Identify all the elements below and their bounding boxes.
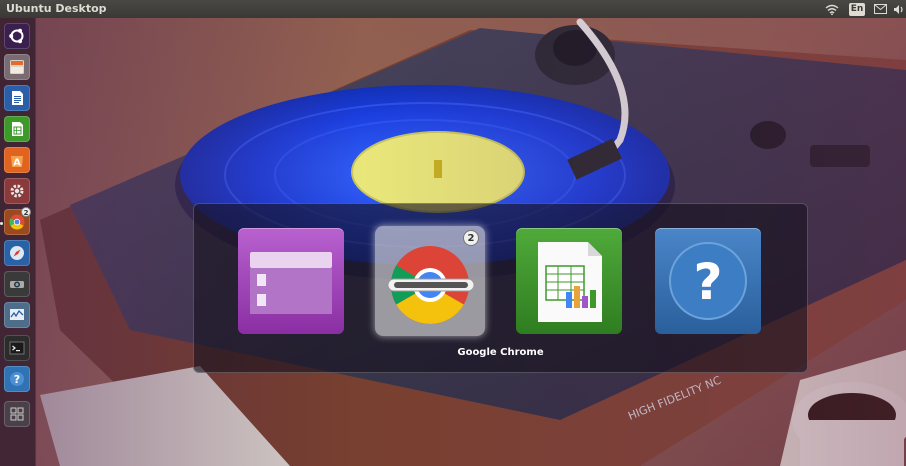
top-panel: Ubuntu Desktop En — [0, 0, 906, 18]
launcher-item-help[interactable]: ? — [4, 366, 30, 392]
svg-text:?: ? — [693, 253, 722, 311]
launcher-item-workspaces[interactable] — [4, 401, 30, 427]
wifi-icon[interactable] — [822, 1, 842, 17]
launcher-item-web-browser[interactable] — [4, 240, 30, 266]
switcher-selected-label: Google Chrome — [457, 347, 544, 358]
switcher-item-libreoffice-calc[interactable] — [514, 226, 624, 336]
question-icon: ? — [10, 372, 24, 386]
launcher-item-ubuntu-software-center[interactable]: A — [4, 147, 30, 173]
keyboard-language-label: En — [848, 2, 866, 16]
workspaces-icon — [10, 407, 24, 421]
compass-icon — [10, 246, 24, 260]
svg-text:A: A — [13, 158, 21, 169]
launcher-item-terminal[interactable] — [4, 335, 30, 361]
file-cabinet-icon — [238, 228, 344, 334]
panel-window-title: Ubuntu Desktop — [6, 2, 107, 15]
camera-icon — [10, 281, 24, 288]
keyboard-language-indicator[interactable]: En — [848, 1, 866, 17]
svg-text:?: ? — [14, 373, 20, 386]
terminal-icon — [9, 341, 25, 355]
launcher-item-files[interactable] — [4, 54, 30, 80]
launcher-chrome-window-count: 2 — [21, 207, 31, 217]
launcher-item-libreoffice-calc[interactable] — [4, 116, 30, 142]
spreadsheet-icon — [12, 122, 23, 136]
switcher-item-files[interactable] — [236, 226, 346, 336]
question-icon: ? — [655, 228, 761, 334]
launcher-item-system-monitor[interactable] — [4, 302, 30, 328]
launcher-item-webcam[interactable] — [4, 271, 30, 297]
launcher-item-dash-home[interactable] — [4, 23, 30, 49]
switcher-item-help[interactable]: ? — [653, 226, 763, 336]
spreadsheet-icon — [516, 228, 622, 334]
monitor-chart-icon — [10, 309, 24, 320]
document-icon — [12, 91, 23, 105]
launcher-running-indicator — [0, 222, 3, 225]
launcher: A 2 ? — [0, 18, 36, 466]
ubuntu-logo-icon — [9, 28, 24, 44]
software-bag-icon: A — [11, 156, 23, 169]
mail-icon[interactable] — [872, 1, 888, 17]
app-switcher: 2 ? Google Chrome — [193, 203, 808, 373]
launcher-item-libreoffice-writer[interactable] — [4, 85, 30, 111]
switcher-item-google-chrome[interactable]: 2 — [375, 226, 485, 336]
file-cabinet-icon — [10, 60, 24, 74]
launcher-item-system-settings[interactable] — [4, 178, 30, 204]
sound-icon[interactable] — [892, 1, 906, 17]
gear-wrench-icon — [10, 184, 24, 198]
switcher-chrome-window-count: 2 — [463, 230, 479, 246]
